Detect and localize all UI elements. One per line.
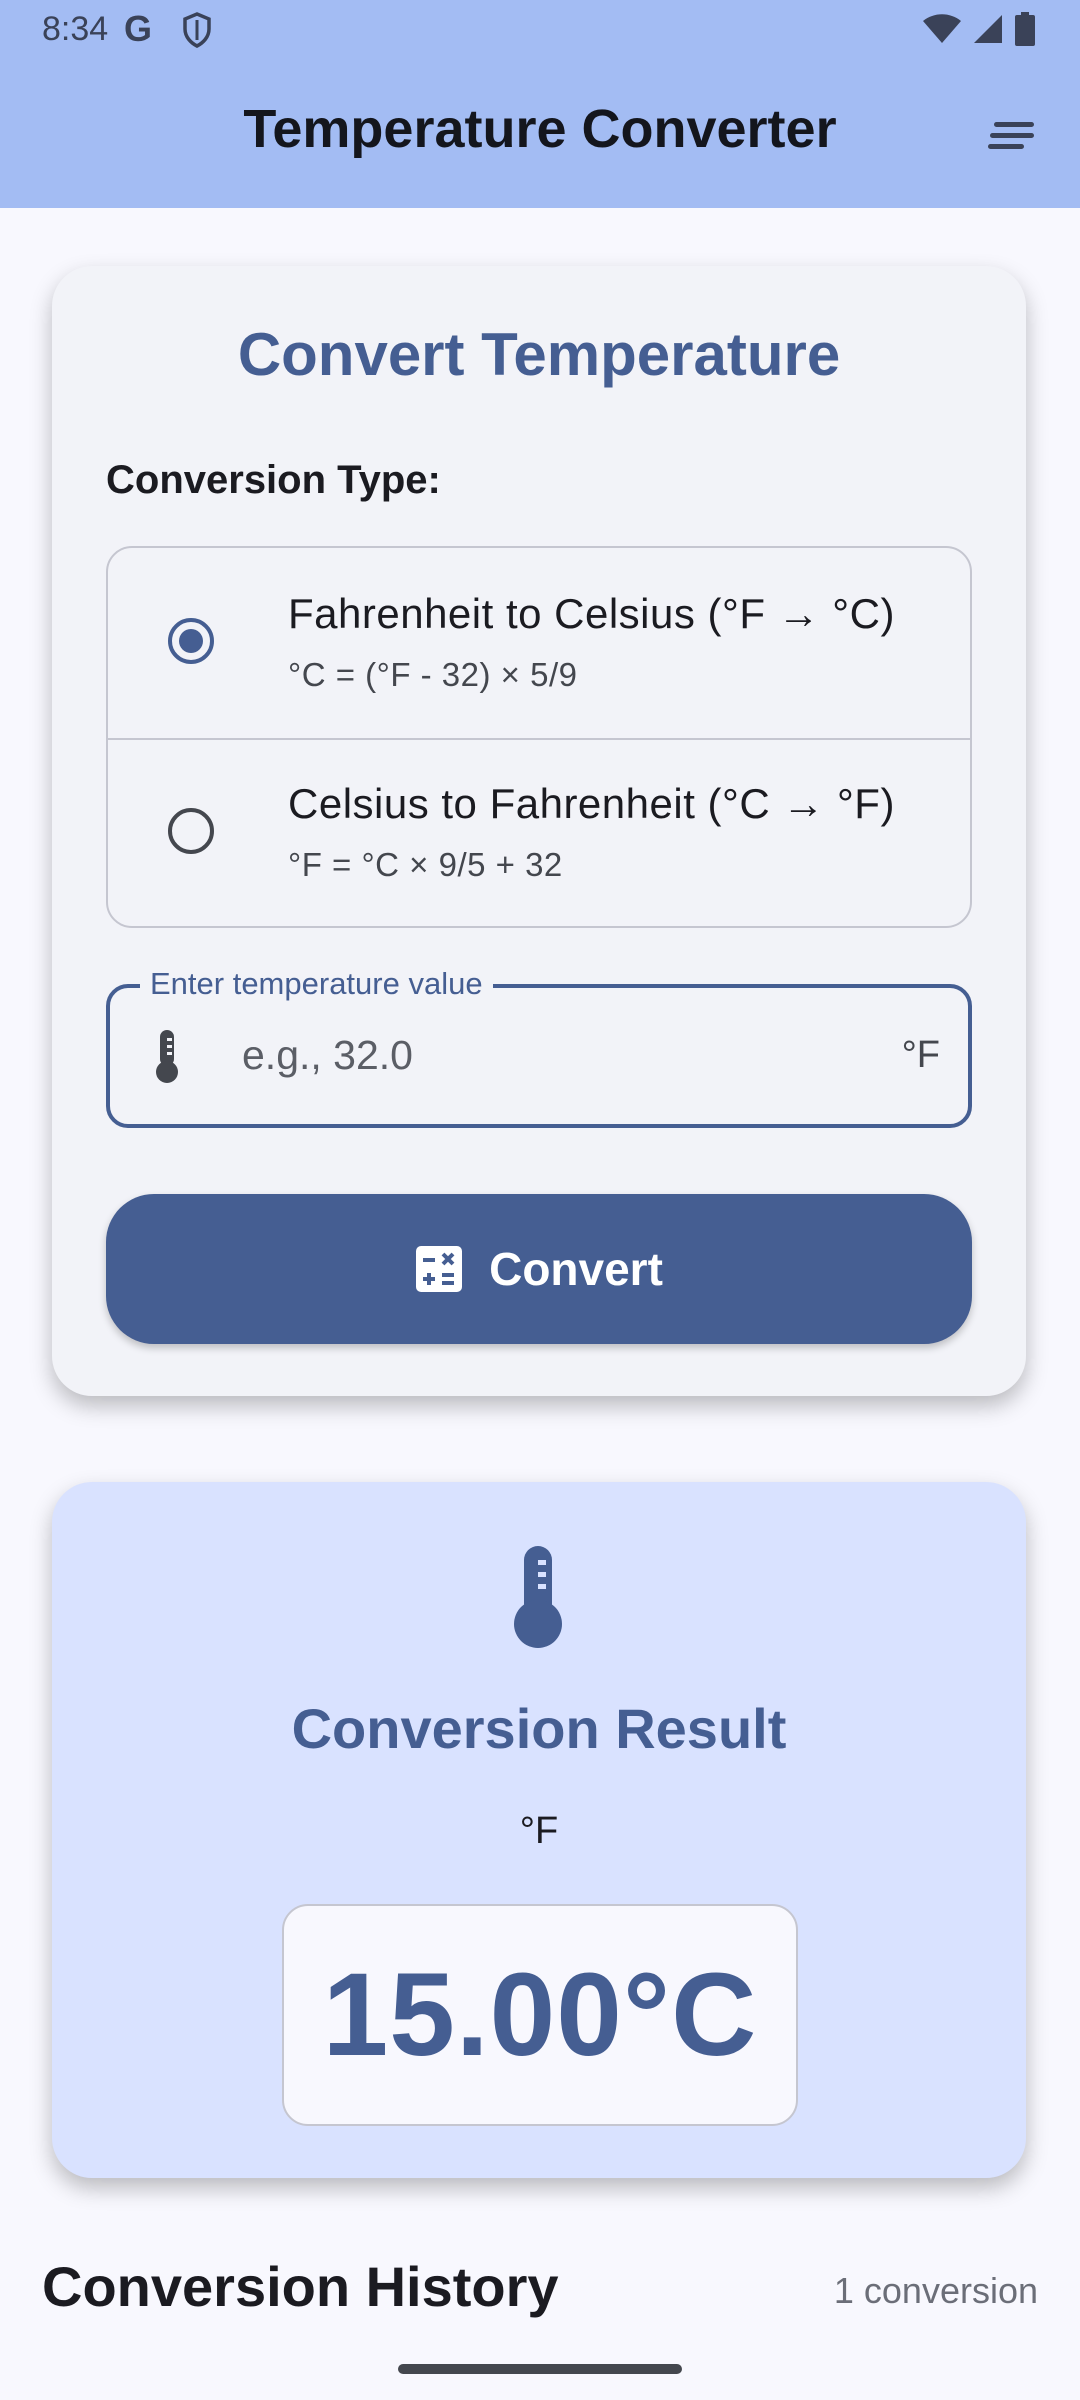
sort-menu-icon[interactable] bbox=[986, 116, 1038, 156]
conversion-type-group: Fahrenheit to Celsius (°F → °C) °C = (°F… bbox=[106, 546, 972, 928]
option-f-to-c[interactable]: Fahrenheit to Celsius (°F → °C) °C = (°F… bbox=[108, 548, 970, 740]
page-title: Temperature Converter bbox=[243, 99, 837, 159]
app-bar: 8:34 G Temperature Converter bbox=[0, 0, 1080, 208]
convert-button-label: Convert bbox=[489, 1243, 663, 1295]
option-label: Celsius to Fahrenheit (°C → °F) bbox=[288, 780, 895, 827]
signal-icon bbox=[974, 15, 1002, 43]
temperature-input[interactable] bbox=[240, 1024, 844, 1086]
shield-icon bbox=[183, 12, 211, 48]
unit-suffix: °F bbox=[901, 1034, 940, 1076]
home-indicator[interactable] bbox=[398, 2364, 682, 2374]
history-title: Conversion History bbox=[42, 2255, 559, 2318]
thermometer-icon bbox=[514, 1546, 562, 1648]
status-time: 8:34 bbox=[42, 10, 109, 48]
calculate-icon bbox=[416, 1246, 463, 1292]
radio-button[interactable] bbox=[168, 808, 214, 854]
convert-button[interactable]: Convert bbox=[106, 1194, 972, 1344]
battery-icon bbox=[1015, 12, 1035, 46]
result-card: Conversion Result °F 15.00°C bbox=[52, 1482, 1026, 2178]
radio-button-selected[interactable] bbox=[168, 618, 214, 664]
history-count: 1 conversion bbox=[833, 2270, 1038, 2311]
option-formula: °C = (°F - 32) × 5/9 bbox=[288, 656, 578, 693]
temperature-field[interactable]: Enter temperature value °F bbox=[106, 966, 972, 1128]
converter-title: Convert Temperature bbox=[237, 321, 841, 388]
option-formula: °F = °C × 9/5 + 32 bbox=[288, 846, 563, 883]
option-label: Fahrenheit to Celsius (°F → °C) bbox=[288, 590, 895, 637]
result-title: Conversion Result bbox=[291, 1697, 787, 1760]
result-unit: °F bbox=[519, 1810, 559, 1852]
result-value: 15.00°C bbox=[322, 1949, 758, 2081]
wifi-icon bbox=[923, 14, 961, 43]
thermometer-icon bbox=[156, 1030, 178, 1083]
result-value-box: 15.00°C bbox=[282, 1904, 798, 2126]
converter-card: Convert Temperature Conversion Type: Fah… bbox=[52, 266, 1026, 1396]
google-icon: G bbox=[124, 8, 153, 49]
option-c-to-f[interactable]: Celsius to Fahrenheit (°C → °F) °F = °C … bbox=[108, 738, 970, 928]
field-label: Enter temperature value bbox=[140, 966, 493, 1002]
status-icons bbox=[922, 12, 1036, 46]
conversion-type-label: Conversion Type: bbox=[106, 458, 441, 502]
